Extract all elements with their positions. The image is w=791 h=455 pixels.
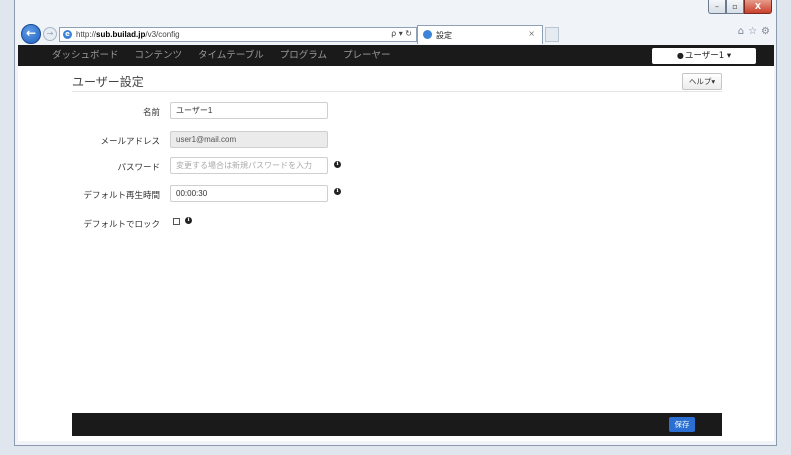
page-content: ダッシュボード コンテンツ タイムテーブル プログラム プレーヤー ●ユーザー1… bbox=[18, 45, 774, 441]
ie-tab-icon bbox=[423, 30, 432, 39]
command-icons: ⌂ ☆ ⚙ bbox=[738, 26, 770, 37]
nav-item-program[interactable]: プログラム bbox=[280, 45, 327, 66]
nav-menu: ダッシュボード コンテンツ タイムテーブル プログラム プレーヤー bbox=[52, 45, 391, 66]
maximize-button[interactable]: ▫ bbox=[726, 0, 744, 14]
nav-item-contents[interactable]: コンテンツ bbox=[135, 45, 183, 66]
lock-label: デフォルトでロック bbox=[83, 220, 160, 230]
top-navbar: ダッシュボード コンテンツ タイムテーブル プログラム プレーヤー ●ユーザー1… bbox=[18, 45, 774, 66]
password-label: パスワード bbox=[117, 163, 160, 173]
default-time-info-icon[interactable]: i bbox=[334, 188, 341, 195]
close-window-button[interactable]: X bbox=[744, 0, 772, 14]
user-menu-label: ユーザー1 ▾ bbox=[684, 51, 732, 61]
nav-item-player[interactable]: プレーヤー bbox=[343, 45, 391, 66]
default-time-label: デフォルト再生時間 bbox=[83, 191, 160, 201]
window-caption-buttons: – ▫ X bbox=[708, 0, 772, 14]
page-title: ユーザー設定 bbox=[72, 75, 144, 89]
footer-bar: 保存 bbox=[72, 413, 722, 436]
save-button[interactable]: 保存 bbox=[669, 417, 695, 432]
favorites-star-icon[interactable]: ☆ bbox=[748, 26, 757, 37]
nav-item-dashboard[interactable]: ダッシュボード bbox=[52, 45, 119, 66]
email-field: user1@mail.com bbox=[170, 131, 328, 148]
help-dropdown-button[interactable]: ヘルプ▾ bbox=[682, 73, 722, 90]
email-label: メールアドレス bbox=[100, 137, 160, 147]
address-bar[interactable]: e http://sub.builad.jp/v3/config ρ ▾ ↻ bbox=[59, 27, 417, 42]
ie-page-icon: e bbox=[63, 30, 72, 39]
home-icon[interactable]: ⌂ bbox=[738, 26, 744, 37]
lock-checkbox[interactable] bbox=[173, 218, 180, 225]
back-arrow-icon[interactable]: ← bbox=[21, 24, 41, 44]
user-icon: ● bbox=[676, 51, 684, 60]
address-url[interactable]: http://sub.builad.jp/v3/config bbox=[76, 30, 180, 39]
user-menu-button[interactable]: ●ユーザー1 ▾ bbox=[652, 48, 756, 64]
default-time-field[interactable]: 00:00:30 bbox=[170, 185, 328, 202]
lock-info-icon[interactable]: i bbox=[185, 217, 192, 224]
tab-title: 設定 bbox=[436, 31, 452, 40]
tab-settings[interactable]: 設定 × bbox=[417, 25, 543, 44]
name-field[interactable]: ユーザー1 bbox=[170, 102, 328, 119]
name-label: 名前 bbox=[142, 108, 160, 118]
password-field[interactable]: 変更する場合は新規パスワードを入力 bbox=[170, 157, 328, 174]
gear-icon[interactable]: ⚙ bbox=[761, 26, 770, 37]
close-tab-icon[interactable]: × bbox=[528, 29, 535, 38]
password-info-icon[interactable]: i bbox=[334, 161, 341, 168]
new-tab-button[interactable] bbox=[545, 27, 559, 42]
search-refresh-icon[interactable]: ρ ▾ ↻ bbox=[391, 29, 412, 38]
forward-arrow-icon[interactable]: → bbox=[43, 27, 57, 41]
browser-toolbar: ← → e http://sub.builad.jp/v3/config ρ ▾… bbox=[15, 22, 776, 44]
minimize-button[interactable]: – bbox=[708, 0, 726, 14]
nav-item-timetable[interactable]: タイムテーブル bbox=[198, 45, 264, 66]
title-divider bbox=[72, 91, 722, 92]
